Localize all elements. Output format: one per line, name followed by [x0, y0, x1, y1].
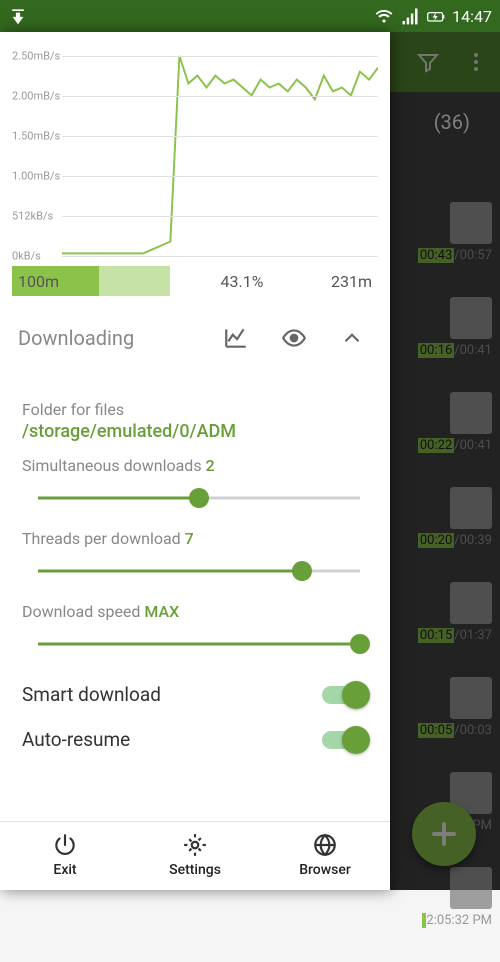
folder-path[interactable]: /storage/emulated/0/ADM	[22, 421, 368, 442]
auto-resume-label: Auto-resume	[22, 728, 130, 751]
y-tick: 512kB/s	[12, 210, 53, 223]
speed-slider[interactable]	[38, 627, 360, 661]
progress-downloaded: 100m	[18, 272, 59, 291]
panel-title: Downloading	[18, 326, 198, 350]
speed-chart: 2.50mB/s 2.00mB/s 1.50mB/s 1.00mB/s 512kB/s 0…	[0, 32, 390, 296]
folder-label: Folder for files	[22, 400, 368, 419]
gear-icon	[182, 832, 208, 858]
progress-bar: 100m 43.1% 231m	[12, 266, 378, 296]
download-arrow-icon	[8, 6, 28, 26]
chart-toggle-icon[interactable]	[216, 318, 256, 358]
visibility-icon[interactable]	[274, 318, 314, 358]
y-tick: 0kB/s	[12, 250, 41, 263]
exit-button[interactable]: Exit	[0, 822, 130, 890]
globe-icon	[312, 832, 338, 858]
bottom-bar: Exit Settings Browser	[0, 821, 390, 890]
battery-icon	[426, 6, 446, 26]
y-tick: 2.00mB/s	[12, 90, 60, 103]
simul-label: Simultaneous downloads 2	[22, 456, 368, 475]
status-time: 14:47	[452, 7, 492, 26]
y-tick: 2.50mB/s	[12, 50, 60, 63]
browser-button[interactable]: Browser	[260, 822, 390, 890]
smart-download-label: Smart download	[22, 683, 161, 706]
y-tick: 1.00mB/s	[12, 170, 60, 183]
settings-button[interactable]: Settings	[130, 822, 260, 890]
progress-total: 231m	[331, 272, 372, 291]
y-tick: 1.50mB/s	[12, 130, 60, 143]
simul-slider[interactable]	[38, 481, 360, 515]
signal-icon	[400, 6, 420, 26]
progress-percent: 43.1%	[221, 272, 264, 291]
power-icon	[52, 832, 78, 858]
side-panel: 2.50mB/s 2.00mB/s 1.50mB/s 1.00mB/s 512kB/s 0…	[0, 32, 390, 890]
speed-label: Download speed MAX	[22, 602, 368, 621]
wifi-icon	[374, 6, 394, 26]
threads-label: Threads per download 7	[22, 529, 368, 548]
status-bar: 14:47	[0, 0, 500, 32]
threads-slider[interactable]	[38, 554, 360, 588]
collapse-icon[interactable]	[332, 318, 372, 358]
smart-download-switch[interactable]	[322, 686, 368, 704]
auto-resume-switch[interactable]	[322, 731, 368, 749]
